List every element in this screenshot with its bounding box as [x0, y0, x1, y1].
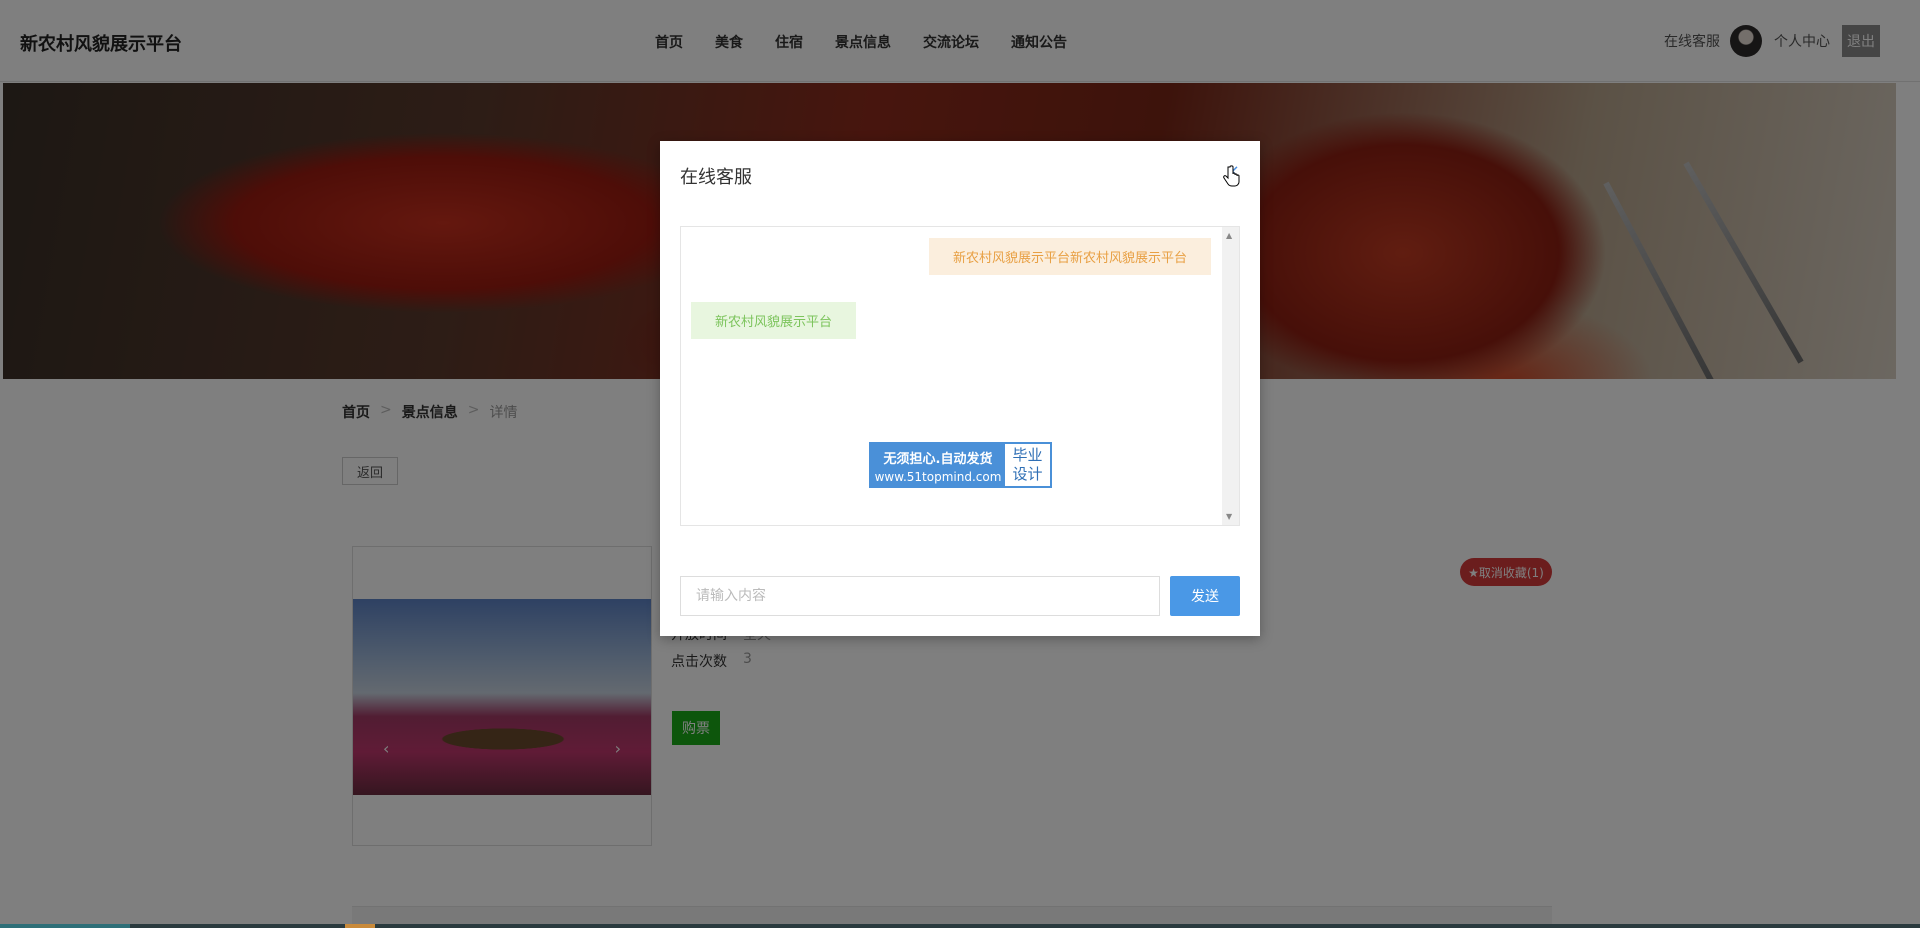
customer-service-dialog: 在线客服 × 新农村风貌展示平台新农村风貌展示平台 新农村风貌展示平台 无须担心…	[660, 141, 1260, 636]
watermark-logo: 无须担心.自动发货 www.51topmind.com 毕业 设计	[869, 442, 1052, 488]
message-input[interactable]	[680, 576, 1160, 616]
watermark-url: www.51topmind.com	[874, 470, 1002, 484]
chat-message-received: 新农村风貌展示平台	[691, 302, 857, 339]
dialog-title: 在线客服	[680, 167, 752, 188]
chat-scrollbar[interactable]: ▲ ▼	[1222, 227, 1239, 525]
chat-history[interactable]: 新农村风貌展示平台新农村风貌展示平台 新农村风貌展示平台 无须担心.自动发货 w…	[680, 226, 1240, 526]
scroll-down-icon[interactable]: ▼	[1226, 512, 1232, 521]
watermark-text: 无须担心.自动发货	[883, 452, 993, 467]
hand-cursor-icon	[1223, 165, 1240, 187]
scroll-up-icon[interactable]: ▲	[1226, 231, 1232, 240]
chat-message-sent: 新农村风貌展示平台新农村风貌展示平台	[928, 238, 1211, 275]
send-button[interactable]: 发送	[1170, 576, 1240, 616]
taskbar-strip	[0, 924, 1920, 928]
watermark-text: 毕业	[1012, 446, 1043, 464]
watermark-text: 设计	[1012, 465, 1043, 483]
